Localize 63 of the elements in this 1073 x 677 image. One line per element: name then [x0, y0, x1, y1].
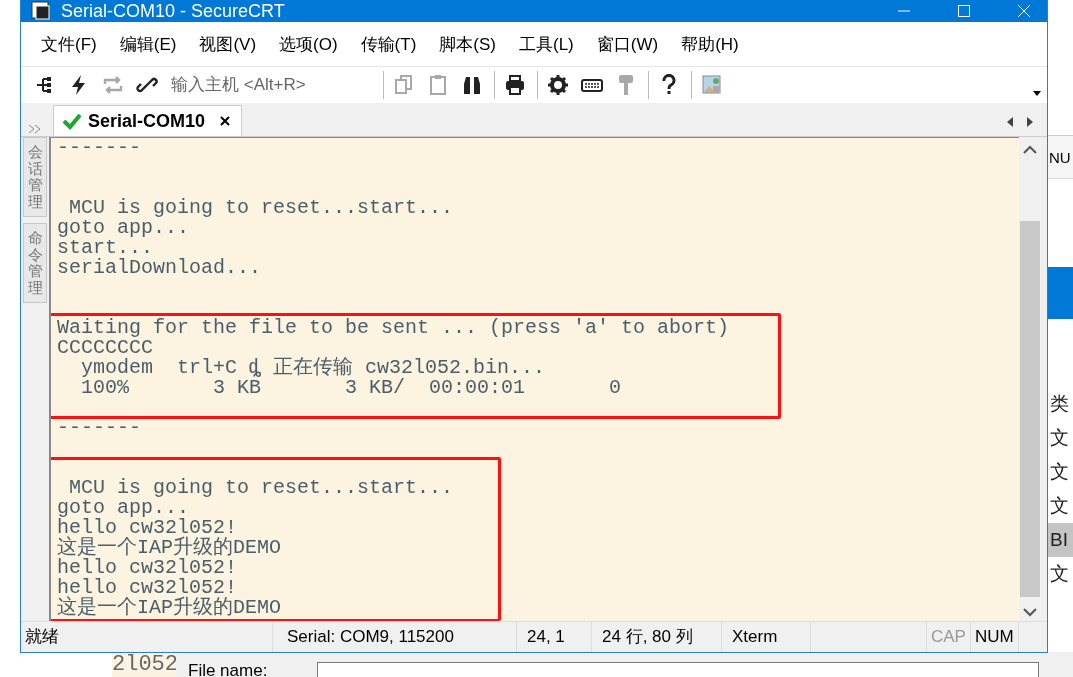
- printer-icon: [504, 74, 526, 96]
- menu-item[interactable]: 编辑(E): [119, 32, 177, 56]
- expand-icon[interactable]: [28, 124, 42, 134]
- terminal-line: Waiting for the file to be sent ... (press 'a' to abort): [57, 318, 731, 338]
- scrollbar-thumb[interactable]: [1020, 221, 1040, 597]
- terminal-line: -------: [57, 138, 142, 158]
- window-title: Serial-COM10 - SecureCRT: [61, 0, 285, 22]
- terminal-line: -------: [57, 418, 142, 438]
- settings-icon: [547, 74, 569, 96]
- session-tab[interactable]: Serial-COM10: [53, 105, 243, 136]
- terminal-line: goto app...: [57, 498, 190, 518]
- copy-icon: [393, 74, 415, 96]
- menu-item[interactable]: 传输(T): [360, 32, 417, 56]
- status-field: Serial: COM9, 115200: [273, 622, 517, 652]
- terminal-line: hello cw32l052!: [57, 558, 239, 578]
- host-field[interactable]: 输入主机 <Alt+R>: [169, 72, 383, 98]
- status-field: Xterm: [722, 622, 811, 652]
- file-name-field[interactable]: [317, 662, 1040, 677]
- clipboard-icon: [427, 74, 449, 96]
- terminal-line: 这是一个IAP升级的DEMO: [57, 598, 282, 618]
- status-field: 24 行, 80 列: [592, 622, 722, 652]
- menu-item[interactable]: 视图(V): [199, 32, 257, 56]
- terminal-line: CCCCCCCC: [57, 338, 154, 358]
- menu-item[interactable]: 选项(O): [279, 32, 338, 56]
- binoculars-icon: [461, 74, 483, 96]
- menu-item[interactable]: 帮助(H): [681, 32, 739, 56]
- terminal-line: goto app...: [57, 218, 190, 238]
- terminal-line: MCU is going to reset...start...: [68, 198, 455, 218]
- image-lock-icon: [701, 74, 723, 96]
- status-indicator: CAP: [927, 622, 971, 652]
- menu-item[interactable]: 窗口(W): [596, 32, 659, 56]
- scroll-up-icon[interactable]: [1023, 145, 1037, 155]
- field-label: File name:: [188, 662, 268, 677]
- sidebar-tab[interactable]: 命令管理: [23, 223, 47, 303]
- terminal-line: 100% 3 KB 3 KB/ 00:00:01 0: [80, 378, 623, 398]
- status-indicator: NUM: [970, 622, 1019, 652]
- list-item[interactable]: BI: [1048, 523, 1073, 557]
- menu-item[interactable]: 文件(F): [41, 32, 97, 56]
- sidebar-tab[interactable]: 会话管理: [23, 137, 47, 217]
- terminal-line: 这是一个IAP升级的DEMO: [57, 538, 282, 558]
- app-icon: [31, 1, 51, 21]
- terminal-line: serialDownload...: [57, 258, 263, 278]
- caret-icon[interactable]: [1033, 91, 1041, 97]
- scroll-left-icon[interactable]: [1005, 116, 1015, 128]
- close-icon[interactable]: [219, 115, 232, 127]
- tab-label: Serial-COM10: [88, 110, 206, 132]
- terminal-text: 2l052: [112, 652, 176, 677]
- repeat-icon: [102, 74, 124, 96]
- scroll-down-icon[interactable]: [1023, 607, 1037, 617]
- status-label: NU: [1049, 148, 1071, 166]
- toolbar-button[interactable]: [546, 72, 570, 98]
- terminal-line: start...: [57, 238, 153, 258]
- status-message: 就绪: [21, 622, 273, 652]
- menu-item[interactable]: 脚本(S): [439, 32, 496, 56]
- scroll-right-icon[interactable]: [1025, 116, 1035, 128]
- status-field: 24, 1: [517, 622, 592, 652]
- terminal-line: ymodem trl+C ȡ 正在传输 cw32l052.bin...: [80, 358, 547, 378]
- toolbar-button[interactable]: [503, 72, 527, 98]
- check-icon: [62, 111, 82, 131]
- maximize-icon: [957, 4, 971, 18]
- close-icon: [1017, 4, 1031, 18]
- menu-item[interactable]: 工具(L): [519, 32, 574, 56]
- terminal-line: MCU is going to reset...start...: [68, 478, 455, 498]
